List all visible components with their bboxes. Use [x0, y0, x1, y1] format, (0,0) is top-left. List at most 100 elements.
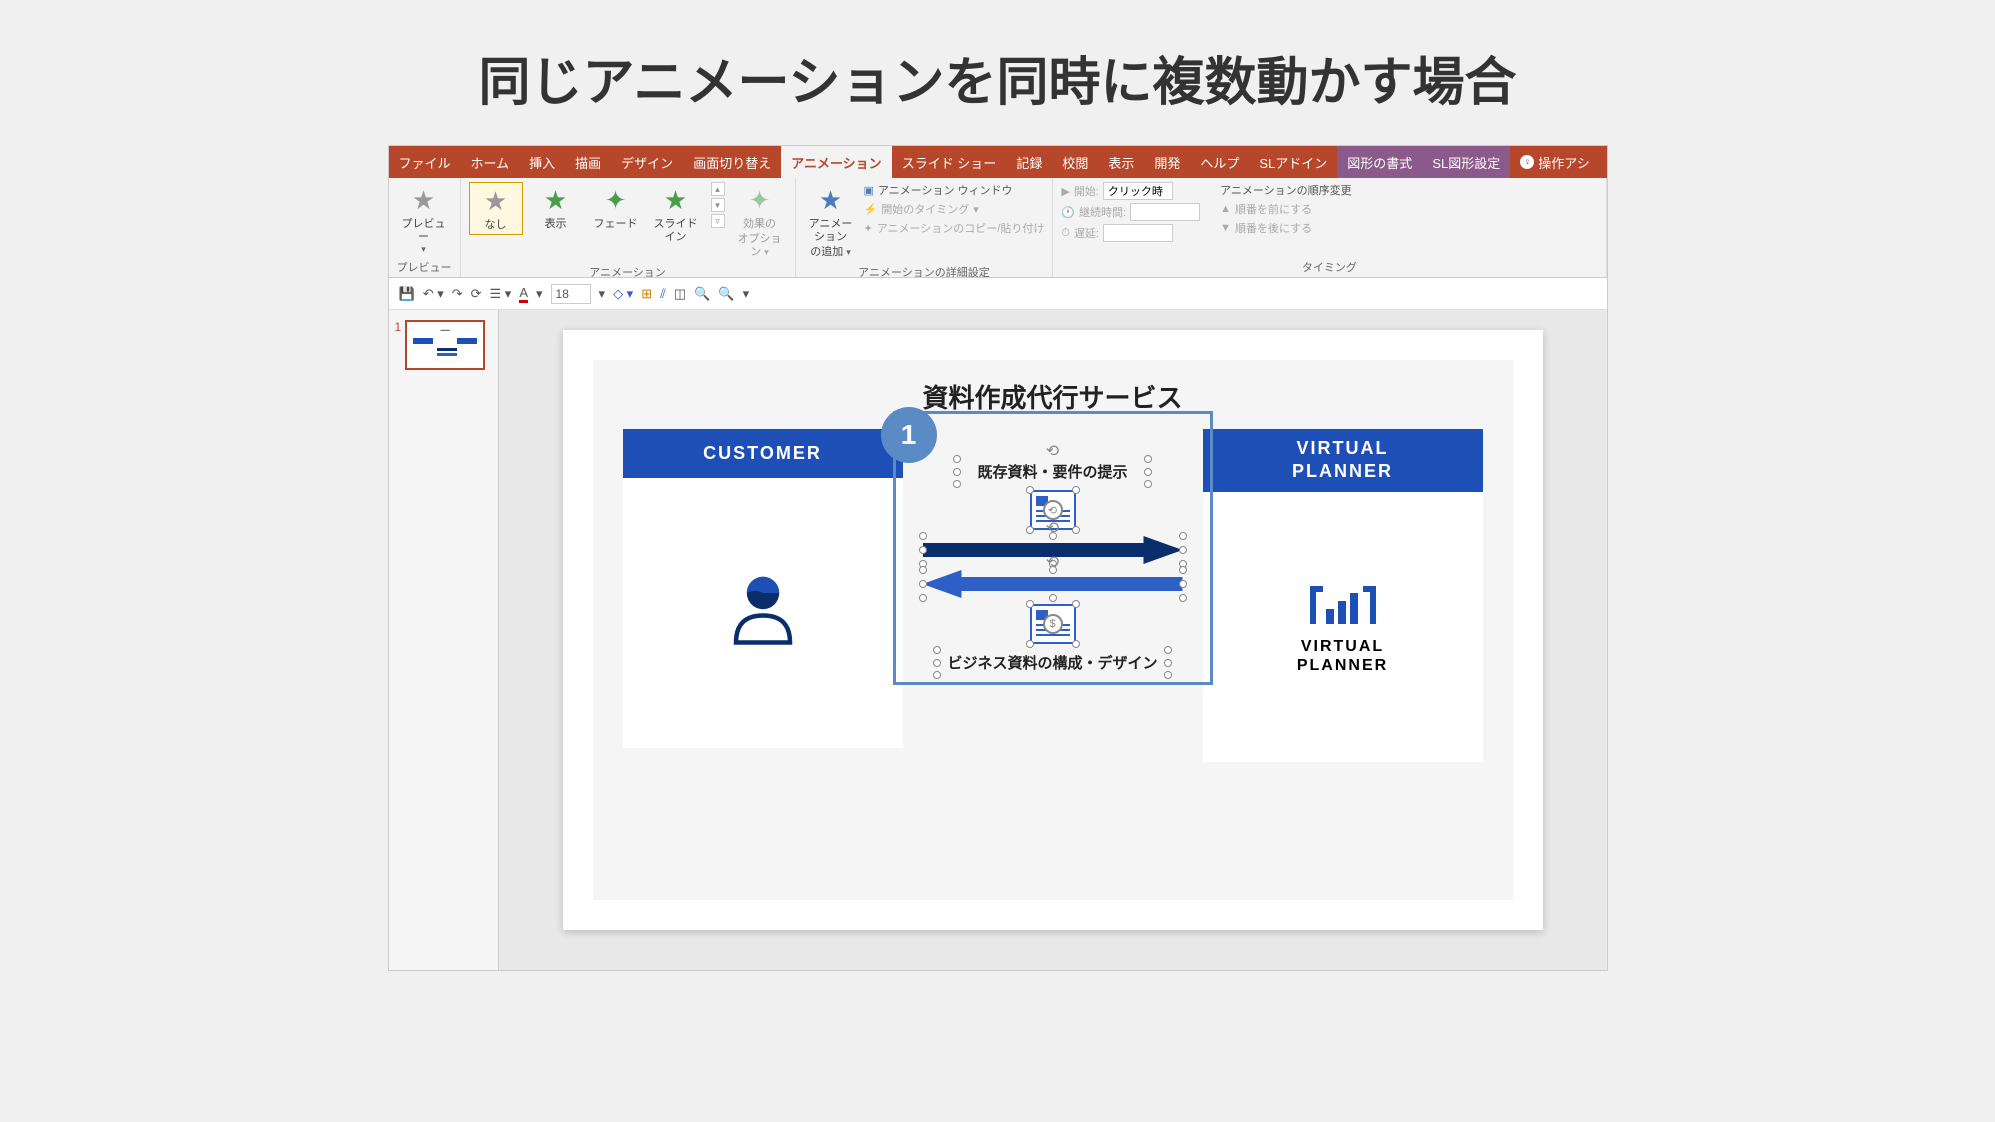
painter-label: アニメーションのコピー/貼り付け	[877, 220, 1045, 236]
add-animation-label2: の追加 ▾	[810, 246, 851, 259]
tab-review[interactable]: 校閲	[1052, 146, 1098, 178]
powerpoint-window: ファイル ホーム 挿入 描画 デザイン 画面切り替え アニメーション スライド …	[388, 145, 1608, 971]
align-icon[interactable]: ⫽	[660, 286, 666, 302]
tab-view[interactable]: 表示	[1098, 146, 1144, 178]
tab-help[interactable]: ヘルプ	[1190, 146, 1249, 178]
refresh-badge-icon: ⟲	[1043, 500, 1063, 520]
timing-duration: 🕐 継続時間:	[1061, 203, 1200, 221]
customer-header: CUSTOMER	[623, 429, 903, 478]
tell-me-label: 操作アシ	[1538, 153, 1589, 172]
arrow-left-shape[interactable]: ⟲	[923, 570, 1183, 598]
mid-top-label-shape[interactable]: ⟲ 既存資料・要件の提示	[957, 459, 1147, 484]
anim-slidein[interactable]: ★ スライドイン	[649, 182, 703, 246]
tab-transitions[interactable]: 画面切り替え	[683, 146, 781, 178]
move-earlier-label: 順番を前にする	[1235, 201, 1312, 217]
group-animation-gallery: ★ なし ★ 表示 ✦ フェード ★ スライドイン ▴ ▾	[461, 178, 796, 277]
animation-pane-button[interactable]: ▣ アニメーション ウィンドウ	[864, 182, 1045, 198]
animation-painter-button: ✦ アニメーションのコピー/貼り付け	[864, 220, 1045, 236]
tab-design[interactable]: デザイン	[611, 146, 683, 178]
person-icon	[718, 566, 808, 661]
bullets-icon[interactable]: ☰ ▾	[490, 286, 512, 302]
tab-sl-shape[interactable]: SL図形設定	[1422, 146, 1510, 178]
delay-icon: ⏱	[1061, 227, 1070, 240]
quick-access-toolbar: 💾 ↶ ▾ ↷ ⟳ ☰ ▾ A ▾ 18 ▾ ◇ ▾ ⊞ ⫽ ◫ 🔍 🔍 ▾	[389, 278, 1607, 310]
refresh-icon[interactable]: ⟳	[471, 286, 482, 302]
gallery-more[interactable]: ▿	[711, 214, 725, 228]
start-input[interactable]	[1103, 182, 1173, 200]
anim-appear-label: 表示	[545, 218, 567, 231]
add-animation-label1: アニメーション	[806, 218, 856, 244]
lightbulb-icon: ♀	[1520, 155, 1534, 169]
vp-logo-text: VIRTUALPLANNER	[1297, 637, 1388, 675]
slide-canvas[interactable]: 資料作成代行サービス CUSTOMER	[499, 310, 1607, 970]
effect-options-label1: 効果の	[743, 218, 776, 231]
font-size-input[interactable]: 18	[551, 284, 591, 304]
zoom-in-icon[interactable]: 🔍	[694, 286, 710, 302]
tab-insert[interactable]: 挿入	[519, 146, 565, 178]
tab-sladdin[interactable]: SLアドイン	[1249, 146, 1337, 178]
delay-input[interactable]	[1103, 224, 1173, 242]
slide-number: 1	[395, 320, 402, 370]
tab-draw[interactable]: 描画	[565, 146, 611, 178]
move-later-label: 順番を後にする	[1235, 220, 1312, 236]
rotate-icon[interactable]: ⟲	[1046, 441, 1059, 461]
crop-icon[interactable]: ◫	[674, 286, 686, 302]
mid-bottom-label-shape[interactable]: ビジネス資料の構成・デザイン	[937, 650, 1167, 675]
tab-home[interactable]: ホーム	[461, 146, 520, 178]
group-timing-label: タイミング	[1061, 257, 1597, 275]
font-color-icon[interactable]: A	[519, 285, 528, 303]
planner-header: VIRTUALPLANNER	[1203, 429, 1483, 492]
page-title: 同じアニメーションを同時に複数動かす場合	[0, 0, 1995, 145]
duration-input[interactable]	[1130, 203, 1200, 221]
customer-column: CUSTOMER	[623, 429, 903, 748]
middle-column: 1 ⟲ 既存資料・要件の提示	[903, 429, 1203, 675]
timing-start: ▶ 開始:	[1061, 182, 1200, 200]
shape-icon[interactable]: ◇ ▾	[613, 286, 633, 302]
duration-label: 継続時間:	[1079, 204, 1126, 220]
undo-icon[interactable]: ↶ ▾	[423, 286, 444, 302]
planner-column: VIRTUALPLANNER	[1203, 429, 1483, 762]
slide-thumbnail[interactable]: ━━━	[405, 320, 485, 370]
tab-file[interactable]: ファイル	[389, 146, 461, 178]
gallery-up[interactable]: ▴	[711, 182, 725, 196]
tab-record[interactable]: 記録	[1006, 146, 1052, 178]
tab-animations[interactable]: アニメーション	[781, 146, 891, 178]
move-later: ▼順番を後にする	[1220, 220, 1352, 236]
anim-none-label: なし	[485, 219, 507, 232]
caret-icon: ▾	[421, 244, 426, 255]
mid-bottom-label: ビジネス資料の構成・デザイン	[947, 652, 1157, 673]
group-preview: ★ プレビュー ▾ プレビュー	[389, 178, 461, 277]
star-none-icon: ★	[480, 185, 512, 217]
vp-logo: VIRTUALPLANNER	[1297, 579, 1388, 675]
star-green-icon: ✦	[600, 184, 632, 216]
reorder-label: アニメーションの順序変更	[1220, 182, 1352, 198]
move-earlier: ▲順番を前にする	[1220, 201, 1352, 217]
effect-options-label2: オプション ▾	[735, 233, 785, 259]
tab-slideshow[interactable]: スライド ショー	[892, 146, 1007, 178]
ribbon-body: ★ プレビュー ▾ プレビュー ★ なし ★ 表示 ✦	[389, 178, 1607, 278]
planner-body: VIRTUALPLANNER	[1203, 492, 1483, 762]
anim-fade-label: フェード	[594, 218, 638, 231]
preview-button[interactable]: ★ プレビュー ▾	[397, 182, 451, 257]
zoom-out-icon[interactable]: 🔍	[718, 286, 734, 302]
tab-shape-format[interactable]: 図形の書式	[1337, 146, 1422, 178]
redo-icon[interactable]: ↷	[452, 286, 463, 302]
dollar-badge-icon: $	[1043, 614, 1063, 634]
gallery-down[interactable]: ▾	[711, 198, 725, 212]
group-timing: ▶ 開始: 🕐 継続時間: ⏱ 遅延:	[1053, 178, 1606, 277]
trigger-icon: ⚡	[864, 203, 878, 216]
doc-icon-bottom-shape[interactable]: $	[1030, 604, 1076, 644]
group-icon[interactable]: ⊞	[641, 286, 652, 302]
tab-tell-me[interactable]: ♀ 操作アシ	[1510, 146, 1599, 178]
tab-developer[interactable]: 開発	[1144, 146, 1190, 178]
preview-star-icon: ★	[408, 184, 440, 216]
anim-none[interactable]: ★ なし	[469, 182, 523, 235]
add-animation-button[interactable]: ★ アニメーション の追加 ▾	[804, 182, 858, 262]
anim-appear[interactable]: ★ 表示	[529, 182, 583, 233]
effect-options-icon: ✦	[744, 184, 776, 216]
diagram: CUSTOMER 1	[593, 429, 1513, 762]
anim-fade[interactable]: ✦ フェード	[589, 182, 643, 233]
group-advanced-label: アニメーションの詳細設定	[804, 262, 1045, 280]
effect-options: ✦ 効果の オプション ▾	[733, 182, 787, 262]
save-icon[interactable]: 💾	[399, 286, 415, 302]
